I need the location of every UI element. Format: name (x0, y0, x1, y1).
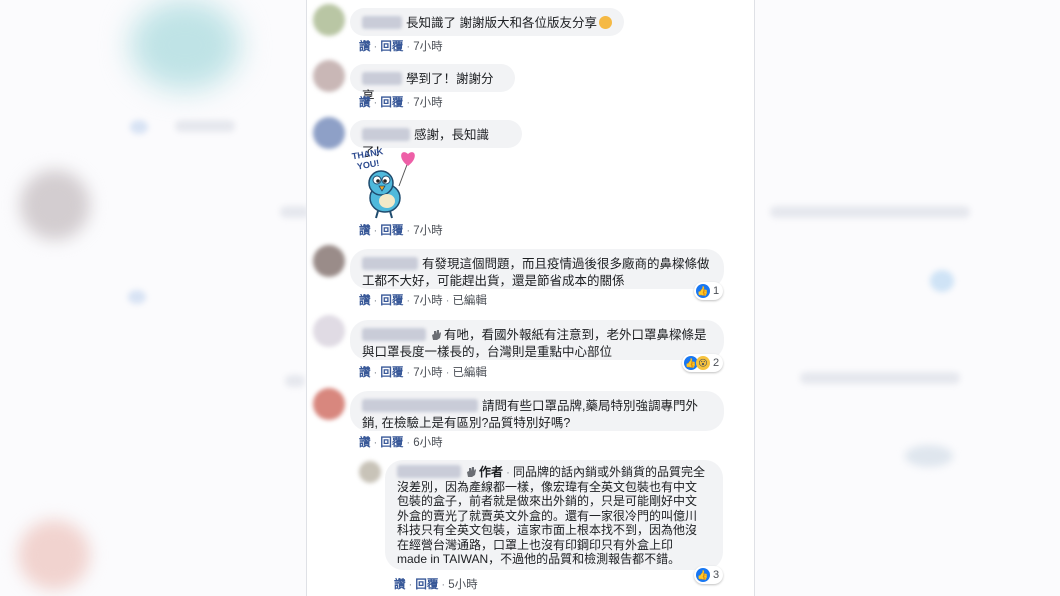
comment-actions: 讚 · 回覆 · 7小時 · 已編輯 (359, 295, 487, 307)
comment-bubble: 長知識了 謝謝版大和各位版友分享 (350, 8, 624, 36)
thank-you-bird-sticker: THANK YOU! (351, 146, 415, 219)
avatar (313, 245, 345, 277)
timestamp[interactable]: 7小時 (413, 367, 442, 379)
wow-reaction-icon: 😮 (696, 356, 710, 370)
comment-text-line2: 與口罩長度一樣長的，台灣則是重點中心部位 (362, 345, 613, 359)
like-button[interactable]: 讚 (359, 437, 371, 449)
background-line (770, 206, 970, 218)
background-blob (128, 290, 146, 304)
edited-label[interactable]: 已編輯 (452, 295, 487, 307)
reply-text-line: 科技只有全英文包裝，這家市面上根本找不到，因為他沒 (397, 523, 698, 537)
comment-text-line1: 請問有些口罩品牌,藥局特別強調專門外 (482, 399, 698, 413)
background-line (175, 120, 235, 132)
background-blob (18, 520, 90, 590)
reaction-count[interactable]: 👍 😮 2 (682, 354, 724, 372)
like-button[interactable]: 讚 (359, 97, 371, 109)
timestamp[interactable]: 5小時 (448, 579, 477, 591)
reply-button[interactable]: 回覆 (380, 437, 403, 449)
comment-actions: 讚 · 回覆 · 7小時 (359, 41, 443, 53)
reaction-count[interactable]: 👍 1 (694, 282, 724, 300)
timestamp[interactable]: 7小時 (413, 97, 442, 109)
background-line (800, 372, 960, 384)
reply-button[interactable]: 回覆 (380, 295, 403, 307)
timestamp[interactable]: 7小時 (413, 41, 442, 53)
like-button[interactable]: 讚 (359, 367, 371, 379)
like-button[interactable]: 讚 (359, 295, 371, 307)
comment-actions: 讚 · 回覆 · 7小時 · 已編輯 (359, 367, 487, 379)
comments-panel: 長知識了 謝謝版大和各位版友分享 讚 · 回覆 · 7小時 學到了！謝謝分享 讚 · 回覆 ·… (306, 0, 755, 596)
commenter-name[interactable] (397, 465, 461, 478)
comment-actions: 讚 · 回覆 · 6小時 (359, 437, 443, 449)
comment-actions: 讚 · 回覆 · 7小時 (359, 225, 443, 237)
commenter-name[interactable] (362, 72, 402, 85)
timestamp[interactable]: 7小時 (413, 295, 442, 307)
edited-label[interactable]: 已編輯 (452, 367, 487, 379)
clapping-hands-icon (598, 16, 612, 29)
avatar (313, 4, 345, 36)
reply-text-line: 包裝的盒子，前者就是做來出外銷的，只是可能剛好中文 (397, 494, 698, 508)
reply-text-line: 沒差別，因為產線都一樣，像宏瑋有全英文包裝也有中文 (397, 479, 698, 494)
avatar (313, 117, 345, 149)
background-blob (130, 0, 240, 90)
comment-actions: 讚 · 回覆 · 5小時 (394, 579, 478, 591)
reply-text-line: made in TAIWAN，不過他的品質和檢測報告都不錯。 (397, 552, 681, 566)
reply-button[interactable]: 回覆 (415, 579, 438, 591)
comment-text-line1: 有發現這個問題，而且疫情過後很多廠商的鼻樑條做 (422, 257, 710, 271)
like-reaction-icon: 👍 (696, 568, 710, 582)
timestamp[interactable]: 7小時 (413, 225, 442, 237)
commenter-name[interactable] (362, 328, 426, 341)
author-badge: 作者 (479, 465, 504, 479)
avatar (359, 461, 381, 483)
avatar (313, 315, 345, 347)
commenter-name[interactable] (362, 399, 478, 412)
comment-actions: 讚 · 回覆 · 7小時 (359, 97, 443, 109)
reply-button[interactable]: 回覆 (380, 97, 403, 109)
reply-button[interactable]: 回覆 (380, 41, 403, 53)
comment-text: 長知識了 謝謝版大和各位版友分享 (406, 16, 597, 30)
waving-hand-icon (467, 467, 476, 477)
waving-hand-icon (432, 330, 441, 340)
commenter-name[interactable] (362, 257, 418, 270)
comment-text-line2: 銷, 在檢驗上是有區別?品質特別好嗎? (362, 416, 571, 430)
reply-button[interactable]: 回覆 (380, 225, 403, 237)
comment-text-line1: 有吔，看國外報紙有注意到，老外口罩鼻樑條是 (444, 328, 707, 342)
reply-text-line: 外盒的賣光了就賣英文外盒的。還有一家很冷門的叫億川 (397, 508, 698, 523)
like-reaction-icon: 👍 (696, 284, 710, 298)
background-line (285, 375, 305, 387)
reaction-count[interactable]: 👍 3 (694, 566, 724, 584)
comment-bubble: 有吔，看國外報紙有注意到，老外口罩鼻樑條是 與口罩長度一樣長的，台灣則是重點中心… (350, 320, 724, 360)
comment-bubble: 有發現這個問題，而且疫情過後很多廠商的鼻樑條做 工都不大好，可能趕出貨，還是節省… (350, 249, 724, 289)
like-button[interactable]: 讚 (359, 225, 371, 237)
reply-text-line: 在經營台灣通路，口罩上也沒有印鋼印只有外盒上印 (397, 537, 674, 552)
commenter-name[interactable] (362, 16, 402, 29)
background-blob (905, 445, 953, 467)
background-blob (20, 170, 90, 240)
like-button[interactable]: 讚 (394, 579, 406, 591)
comment-bubble: 請問有些口罩品牌,藥局特別強調專門外 銷, 在檢驗上是有區別?品質特別好嗎? (350, 391, 724, 431)
background-blob (130, 120, 148, 134)
comment-bubble: 感謝，長知識了！ (350, 120, 522, 159)
avatar (313, 60, 345, 92)
reply-bubble: 作者 · 同品牌的話內銷或外銷貨的品質完全 沒差別，因為產線都一樣，像宏瑋有全英文包… (385, 460, 723, 570)
commenter-name[interactable] (362, 128, 410, 141)
avatar (313, 388, 345, 420)
reply-button[interactable]: 回覆 (380, 367, 403, 379)
reply-text-line: 同品牌的話內銷或外銷貨的品質完全 (513, 465, 706, 479)
background-blob (930, 270, 954, 292)
comment-text-line2: 工都不大好，可能趕出貨，還是節省成本的關係 (362, 274, 625, 288)
comment-bubble: 學到了！謝謝分享 (350, 64, 515, 103)
timestamp[interactable]: 6小時 (413, 437, 442, 449)
like-button[interactable]: 讚 (359, 41, 371, 53)
